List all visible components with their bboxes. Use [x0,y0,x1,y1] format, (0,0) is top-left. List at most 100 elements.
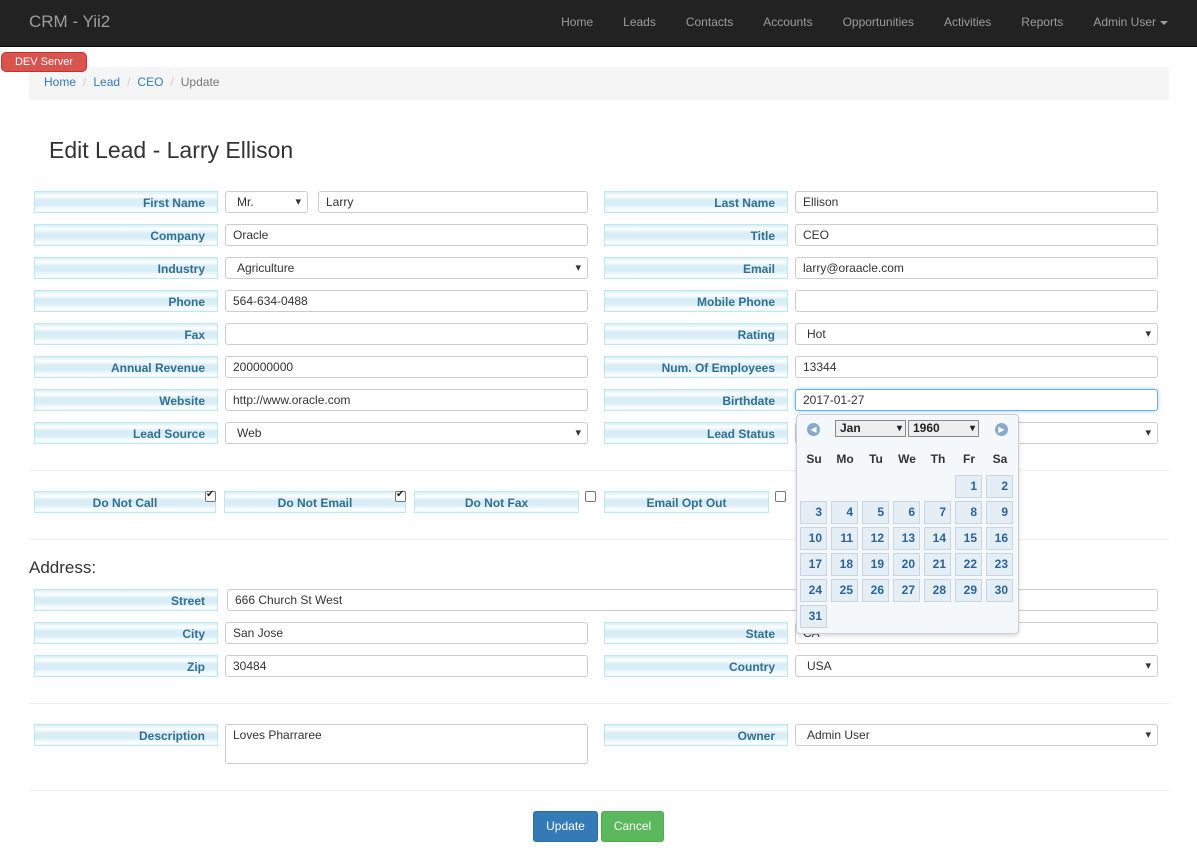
lead-status-label: Lead Status [604,422,788,444]
company-input[interactable]: Oracle [225,224,588,246]
datepicker-popup: ◀ Jan 1960 ▶ SuMoTuWeThFrSa1234567891011… [796,414,1019,634]
weekday-header: Mo [836,452,854,466]
rating-select[interactable]: Hot [795,323,1158,345]
divider [29,703,1169,704]
calendar-day[interactable]: 20 [893,553,920,576]
calendar-day[interactable]: 19 [862,553,889,576]
breadcrumb-lead[interactable]: Lead [93,75,120,89]
do-not-call-label: Do Not Call [34,491,216,513]
breadcrumb: Home / Lead / CEO / Update [29,67,1169,100]
calendar-day[interactable]: 25 [831,579,858,602]
zip-label: Zip [34,655,218,677]
calendar-day[interactable]: 12 [862,527,889,550]
city-input[interactable]: San Jose [225,622,588,644]
weekday-header: Su [806,452,822,466]
nav-accounts[interactable]: Accounts [748,0,827,47]
calendar-day[interactable]: 8 [955,501,982,524]
zip-input[interactable]: 30484 [225,655,588,677]
dev-server-badge: DEV Server [1,52,87,72]
lead-source-select[interactable]: Web [225,422,588,444]
calendar-day[interactable]: 3 [800,501,827,524]
calendar-day[interactable]: 17 [800,553,827,576]
phone-input[interactable]: 564-634-0488 [225,290,588,312]
page-title: Edit Lead - Larry Ellison [49,137,294,163]
cancel-button[interactable]: Cancel [601,811,664,842]
website-input[interactable]: http://www.oracle.com [225,389,588,411]
industry-select[interactable]: Agriculture [225,257,588,279]
breadcrumb-ceo[interactable]: CEO [137,75,163,89]
calendar-day[interactable]: 7 [924,501,951,524]
calendar-day[interactable]: 29 [955,579,982,602]
mobile-phone-input[interactable] [795,290,1158,312]
calendar-day[interactable]: 21 [924,553,951,576]
calendar-day[interactable]: 30 [986,579,1013,602]
state-label: State [604,622,788,644]
salutation-select[interactable]: Mr. [225,191,308,213]
fax-input[interactable] [225,323,588,345]
street-label: Street [34,589,218,611]
calendar-day[interactable]: 6 [893,501,920,524]
owner-label: Owner [604,724,788,746]
description-textarea[interactable]: Loves Pharraree [225,724,588,764]
do-not-email-checkbox[interactable] [395,489,406,502]
nav-home[interactable]: Home [546,0,608,47]
country-select[interactable]: USA [795,655,1158,677]
fax-label: Fax [34,323,218,345]
title-input[interactable]: CEO [795,224,1158,246]
user-menu-label: Admin User [1093,15,1156,29]
do-not-email-label: Do Not Email [224,491,406,513]
nav-reports[interactable]: Reports [1006,0,1078,47]
do-not-call-checkbox[interactable] [205,489,216,502]
month-select[interactable]: Jan [835,420,906,437]
next-month-icon[interactable]: ▶ [995,423,1008,436]
calendar-day[interactable]: 2 [986,475,1013,498]
nav-user-menu[interactable]: Admin User [1078,0,1197,47]
annual-revenue-label: Annual Revenue [34,356,218,378]
breadcrumb-home[interactable]: Home [44,75,76,89]
last-name-input[interactable]: Ellison [795,191,1158,213]
calendar-day[interactable]: 18 [831,553,858,576]
weekday-header: Th [930,452,946,466]
calendar-day[interactable]: 28 [924,579,951,602]
do-not-fax-checkbox[interactable] [585,491,596,502]
calendar-day[interactable]: 14 [924,527,951,550]
update-button[interactable]: Update [533,811,598,842]
weekday-header: Tu [869,452,883,466]
calendar-day[interactable]: 23 [986,553,1013,576]
nav-leads[interactable]: Leads [608,0,671,47]
rating-label: Rating [604,323,788,345]
year-select[interactable]: 1960 [908,420,979,437]
first-name-input[interactable]: Larry [318,191,588,213]
calendar-day[interactable]: 24 [800,579,827,602]
birthdate-input[interactable]: 2017-01-27 [795,389,1158,411]
email-opt-out-checkbox[interactable] [775,491,786,502]
owner-select[interactable]: Admin User [795,724,1158,746]
calendar-day[interactable]: 1 [955,475,982,498]
main-nav: Home Leads Contacts Accounts Opportuniti… [546,0,1197,47]
nav-activities[interactable]: Activities [929,0,1006,47]
calendar-day[interactable]: 4 [831,501,858,524]
company-label: Company [34,224,218,246]
birthdate-label: Birthdate [604,389,788,411]
calendar-day[interactable]: 9 [986,501,1013,524]
brand-link[interactable]: CRM - Yii2 [29,12,110,32]
calendar-day[interactable]: 22 [955,553,982,576]
calendar-day[interactable]: 26 [862,579,889,602]
prev-month-icon[interactable]: ◀ [807,423,820,436]
num-employees-input[interactable]: 13344 [795,356,1158,378]
last-name-label: Last Name [604,191,788,213]
calendar-day[interactable]: 13 [893,527,920,550]
calendar-day[interactable]: 5 [862,501,889,524]
annual-revenue-input[interactable]: 200000000 [225,356,588,378]
nav-opportunities[interactable]: Opportunities [828,0,929,47]
calendar-day[interactable]: 31 [800,605,827,628]
nav-contacts[interactable]: Contacts [671,0,748,47]
email-input[interactable]: larry@oraacle.com [795,257,1158,279]
calendar-day[interactable]: 16 [986,527,1013,550]
calendar-day[interactable]: 11 [831,527,858,550]
calendar-day[interactable]: 27 [893,579,920,602]
calendar-day[interactable]: 10 [800,527,827,550]
calendar-day[interactable]: 15 [955,527,982,550]
breadcrumb-separator: / [170,75,174,89]
top-navbar: CRM - Yii2 Home Leads Contacts Accounts … [0,0,1197,47]
